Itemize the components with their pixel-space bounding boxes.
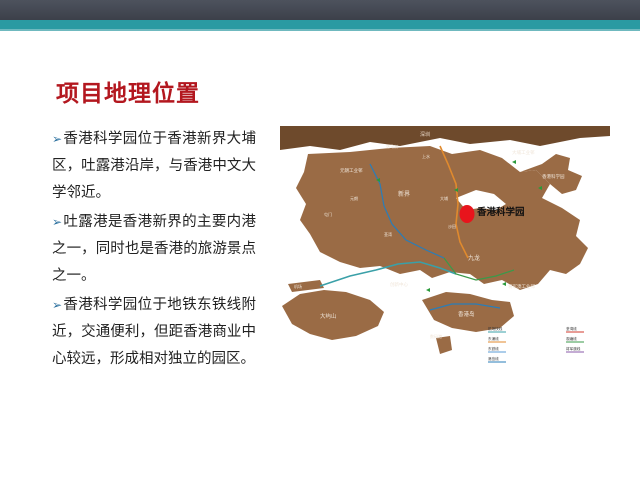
map-label-tsuen-wan: 荃湾 <box>384 231 392 237</box>
bullet-item: ➢吐露港是香港新界的主要内港之一，同时也是香港的旅游景点之一。 <box>52 209 256 290</box>
legend-label: 东涌线 <box>488 336 499 341</box>
legend-label: 机场快线 <box>488 326 503 331</box>
map-label-cyberport: 数码港 <box>430 333 442 339</box>
hong-kong-map: 深圳 落马洲 上水 元朗工业邨 大埔工业邨 香港科学园 新界 元朗 屯门 大埔 … <box>280 124 610 378</box>
science-park-marker-label: 香港科学园 <box>476 206 525 218</box>
bullet-item: ➢香港科学园位于香港新界大埔区，吐露港沿岸，与香港中文大学邻近。 <box>52 126 256 207</box>
industrial-flag-icon <box>426 288 430 292</box>
legend-label: 荃湾线 <box>566 326 577 331</box>
header-accent-bar <box>0 20 640 29</box>
map-label-science-park-small: 香港科学园 <box>542 173 565 180</box>
industrial-flag-icon <box>502 282 506 286</box>
map-label-tai-po: 大埔 <box>440 195 448 201</box>
bullet-list: ➢香港科学园位于香港新界大埔区，吐露港沿岸，与香港中文大学邻近。 ➢吐露港是香港… <box>52 126 256 375</box>
map-legend: 机场快线 东涌线 东铁线 港岛线 荃湾线 观塘线 将军澳线 <box>488 326 584 363</box>
map-label-new-territories: 新界 <box>398 190 410 198</box>
legend-label: 东铁线 <box>488 346 499 351</box>
map-label-innovation-centre: 创新中心 <box>390 281 408 288</box>
map-label-yuen-long: 元朗 <box>350 195 358 201</box>
map-label-tai-po-industrial: 大埔工业邨 <box>512 149 535 156</box>
bullet-text: 香港科学园位于香港新界大埔区，吐露港沿岸，与香港中文大学邻近。 <box>52 131 256 201</box>
map-label-tuen-mun: 屯门 <box>324 211 332 217</box>
map-label-shenzhen: 深圳 <box>420 131 430 138</box>
industrial-flag-icon <box>512 160 516 164</box>
map-label-lantau: 大屿山 <box>320 312 337 320</box>
map-label-airport: 机场 <box>294 283 302 289</box>
arrow-icon: ➢ <box>52 215 63 229</box>
map-label-kowloon: 九龙 <box>468 254 480 262</box>
legend-label: 观塘线 <box>566 336 577 341</box>
map-label-hk-island: 香港岛 <box>458 310 475 318</box>
bullet-item: ➢香港科学园位于地铁东铁线附近，交通便利，但距香港商业中心较远，形成相对独立的园… <box>52 292 256 373</box>
legend-label: 港岛线 <box>488 356 499 361</box>
slide-title: 项目地理位置 <box>56 81 200 107</box>
bullet-text: 吐露港是香港新界的主要内港之一，同时也是香港的旅游景点之一。 <box>52 214 256 284</box>
legend-label: 将军澳线 <box>566 346 581 351</box>
header-accent-line <box>0 29 640 31</box>
bullet-text: 香港科学园位于地铁东铁线附近，交通便利，但距香港商业中心较远，形成相对独立的园区… <box>52 297 256 367</box>
map-label-yuen-long-industrial: 元朗工业邨 <box>340 167 363 174</box>
header-bar <box>0 0 640 20</box>
map-label-sheung-shui: 上水 <box>422 153 430 159</box>
arrow-icon: ➢ <box>52 132 63 146</box>
map-label-tseung-kwan-o-industrial: 将军澳工业邨 <box>508 283 535 290</box>
map-label-lok-ma-chau: 落马洲 <box>386 143 398 149</box>
arrow-icon: ➢ <box>52 298 63 312</box>
science-park-marker <box>459 205 475 223</box>
map-label-sha-tin: 沙田 <box>448 224 456 229</box>
shenzhen-land <box>280 126 610 150</box>
